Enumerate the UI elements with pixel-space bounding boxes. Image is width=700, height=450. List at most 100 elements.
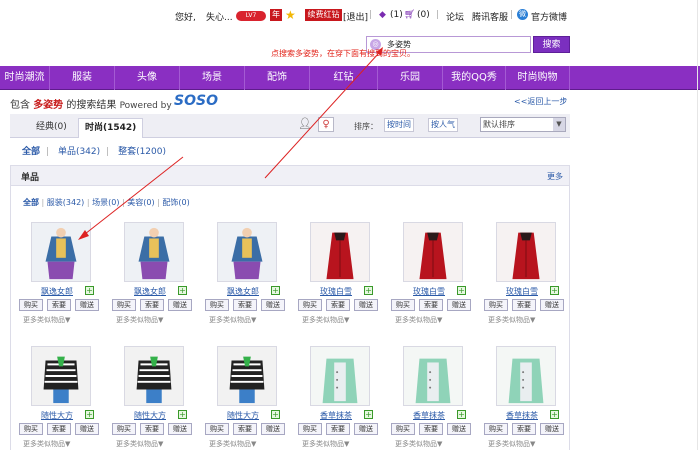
add-plus-icon[interactable]: + — [178, 286, 187, 295]
product-name-link[interactable]: 香草抹茶 — [403, 410, 455, 421]
more-similar-link[interactable]: 更多类似物品▼ — [488, 439, 535, 449]
ask-button[interactable]: 索要 — [419, 423, 443, 435]
nav-item-red-diamond[interactable]: 红钻 — [310, 66, 378, 90]
more-similar-link[interactable]: 更多类似物品▼ — [23, 439, 70, 449]
back-link[interactable]: <<返回上一步 — [514, 96, 567, 107]
add-plus-icon[interactable]: + — [271, 410, 280, 419]
product-name-link[interactable]: 玫瑰白雪 — [310, 286, 362, 297]
gift-button[interactable]: 赠送 — [75, 423, 99, 435]
buy-button[interactable]: 购买 — [484, 299, 508, 311]
buy-button[interactable]: 购买 — [19, 423, 43, 435]
ask-button[interactable]: 索要 — [326, 299, 350, 311]
gift-button[interactable]: 赠送 — [540, 299, 564, 311]
buy-button[interactable]: 购买 — [205, 299, 229, 311]
ask-button[interactable]: 索要 — [140, 299, 164, 311]
buy-button[interactable]: 购买 — [112, 423, 136, 435]
nav-item-accessory[interactable]: 配饰 — [245, 66, 310, 90]
product-card[interactable]: 玫瑰白雪 + 购买 索要 赠送 更多类似物品▼ — [391, 222, 475, 340]
forum-link[interactable]: 论坛 — [446, 10, 464, 23]
ask-button[interactable]: 索要 — [47, 423, 71, 435]
nav-item-avatar[interactable]: 头像 — [115, 66, 180, 90]
vip-year-icon[interactable]: 年 — [270, 9, 282, 21]
product-name-link[interactable]: 飘逸女郎 — [217, 286, 269, 297]
buy-button[interactable]: 购买 — [391, 423, 415, 435]
more-similar-link[interactable]: 更多类似物品▼ — [209, 315, 256, 325]
tab-fashion[interactable]: 时尚(1542) — [78, 118, 144, 138]
product-card[interactable]: 随性大方 + 购买 索要 赠送 更多类似物品▼ — [19, 346, 103, 450]
message-bell-icon[interactable]: ◆ — [379, 10, 387, 20]
subfilter-all[interactable]: 全部 — [23, 198, 39, 207]
add-plus-icon[interactable]: + — [271, 286, 280, 295]
username-link[interactable]: 失心... — [206, 10, 233, 23]
product-name-link[interactable]: 随性大方 — [31, 410, 83, 421]
more-similar-link[interactable]: 更多类似物品▼ — [116, 315, 163, 325]
gift-button[interactable]: 赠送 — [447, 423, 471, 435]
sort-by-popularity-button[interactable]: 按人气 — [428, 118, 458, 132]
more-similar-link[interactable]: 更多类似物品▼ — [302, 439, 349, 449]
gift-button[interactable]: 赠送 — [354, 299, 378, 311]
subfilter-beauty[interactable]: 美容(0) — [127, 198, 154, 207]
gift-button[interactable]: 赠送 — [354, 423, 378, 435]
product-card[interactable]: 香草抹茶 + 购买 索要 赠送 更多类似物品▼ — [484, 346, 568, 450]
product-name-link[interactable]: 玫瑰白雪 — [496, 286, 548, 297]
nav-item-fashion-trend[interactable]: 时尚潮流 — [0, 66, 50, 90]
product-name-link[interactable]: 香草抹茶 — [310, 410, 362, 421]
service-link[interactable]: 腾讯客服 — [472, 10, 508, 23]
add-plus-icon[interactable]: + — [364, 286, 373, 295]
add-plus-icon[interactable]: + — [364, 410, 373, 419]
ask-button[interactable]: 索要 — [140, 423, 164, 435]
add-plus-icon[interactable]: + — [550, 410, 559, 419]
renew-red-diamond-button[interactable]: 续费红钻 — [305, 9, 342, 21]
more-similar-link[interactable]: 更多类似物品▼ — [209, 439, 256, 449]
nav-item-paradise[interactable]: 乐园 — [378, 66, 443, 90]
add-plus-icon[interactable]: + — [178, 410, 187, 419]
product-card[interactable]: 玫瑰白雪 + 购买 索要 赠送 更多类似物品▼ — [484, 222, 568, 340]
more-similar-link[interactable]: 更多类似物品▼ — [302, 315, 349, 325]
star-icon[interactable]: ★ — [285, 9, 297, 21]
tab-classic[interactable]: 经典(0) — [30, 118, 73, 138]
product-thumbnail[interactable] — [217, 222, 277, 282]
product-thumbnail[interactable] — [31, 222, 91, 282]
product-card[interactable]: 香草抹茶 + 购买 索要 赠送 更多类似物品▼ — [391, 346, 475, 450]
male-icon[interactable]: 👤︎ — [298, 118, 312, 130]
product-thumbnail[interactable] — [310, 222, 370, 282]
product-thumbnail[interactable] — [31, 346, 91, 406]
product-card[interactable]: 飘逸女郎 + 购买 索要 赠送 更多类似物品▼ — [19, 222, 103, 340]
gift-button[interactable]: 赠送 — [168, 423, 192, 435]
subfilter-scene[interactable]: 场景(0) — [92, 198, 119, 207]
nav-item-scene[interactable]: 场景 — [180, 66, 245, 90]
add-plus-icon[interactable]: + — [85, 286, 94, 295]
ask-button[interactable]: 索要 — [512, 299, 536, 311]
product-card[interactable]: 香草抹茶 + 购买 索要 赠送 更多类似物品▼ — [298, 346, 382, 450]
nav-item-fashion-shopping[interactable]: 时尚购物 — [506, 66, 570, 90]
buy-button[interactable]: 购买 — [112, 299, 136, 311]
more-similar-link[interactable]: 更多类似物品▼ — [395, 439, 442, 449]
gift-button[interactable]: 赠送 — [540, 423, 564, 435]
product-card[interactable]: 飘逸女郎 + 购买 索要 赠送 更多类似物品▼ — [112, 222, 196, 340]
add-plus-icon[interactable]: + — [457, 410, 466, 419]
more-similar-link[interactable]: 更多类似物品▼ — [395, 315, 442, 325]
product-name-link[interactable]: 玫瑰白雪 — [403, 286, 455, 297]
product-thumbnail[interactable] — [124, 222, 184, 282]
product-thumbnail[interactable] — [310, 346, 370, 406]
product-name-link[interactable]: 飘逸女郎 — [31, 286, 83, 297]
gift-button[interactable]: 赠送 — [447, 299, 471, 311]
product-name-link[interactable]: 随性大方 — [217, 410, 269, 421]
cart-icon[interactable]: 🛒︎ — [404, 10, 416, 20]
gift-button[interactable]: 赠送 — [261, 423, 285, 435]
more-similar-link[interactable]: 更多类似物品▼ — [116, 439, 163, 449]
ask-button[interactable]: 索要 — [419, 299, 443, 311]
ask-button[interactable]: 索要 — [233, 423, 257, 435]
subfilter-accessory[interactable]: 配饰(0) — [162, 198, 189, 207]
product-thumbnail[interactable] — [496, 222, 556, 282]
ask-button[interactable]: 索要 — [233, 299, 257, 311]
add-plus-icon[interactable]: + — [85, 410, 94, 419]
product-thumbnail[interactable] — [496, 346, 556, 406]
product-name-link[interactable]: 飘逸女郎 — [124, 286, 176, 297]
weibo-icon[interactable]: 微 — [517, 9, 528, 20]
female-icon[interactable]: ♀ — [318, 117, 334, 132]
filter-outfit[interactable]: 整套(1200) — [118, 147, 166, 157]
gift-button[interactable]: 赠送 — [75, 299, 99, 311]
filter-single[interactable]: 单品(342) — [58, 147, 100, 157]
product-thumbnail[interactable] — [124, 346, 184, 406]
